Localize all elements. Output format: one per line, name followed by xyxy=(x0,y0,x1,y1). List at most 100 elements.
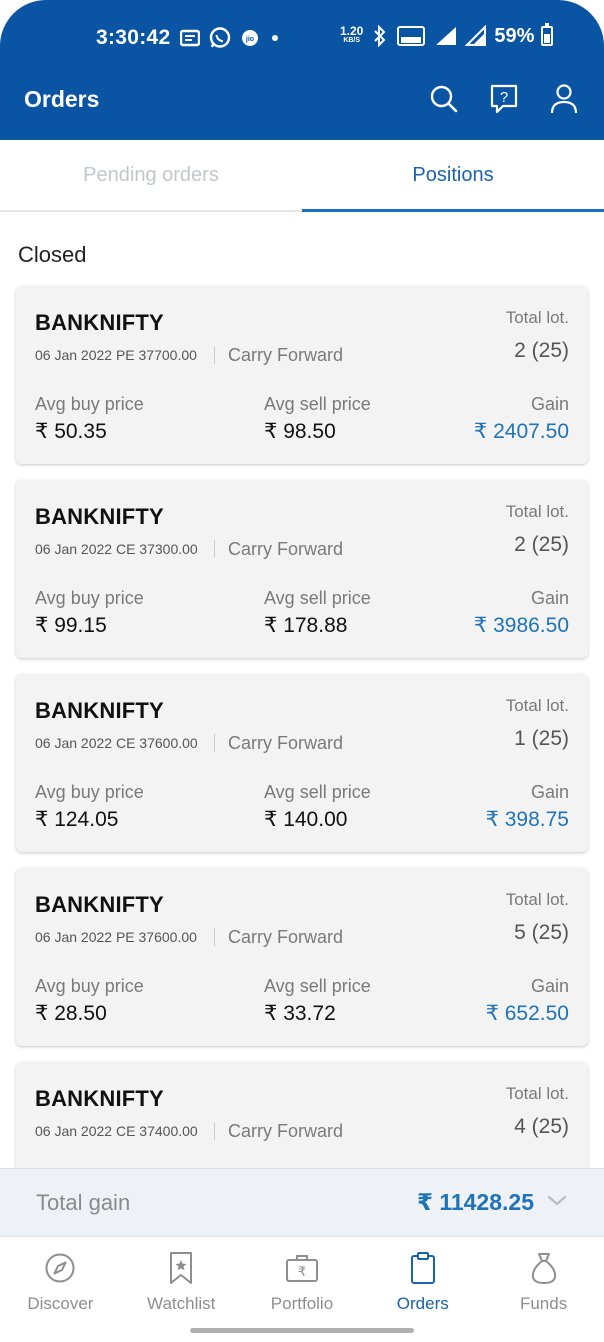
position-symbol: BANKNIFTY xyxy=(35,504,164,529)
gain-value: ₹ 652.50 xyxy=(485,1002,569,1025)
total-gain-value: ₹ 11428.25 xyxy=(416,1189,534,1215)
nav-label: Watchlist xyxy=(147,1294,216,1313)
total-lot-value: 2 (25) xyxy=(514,533,569,556)
avg-buy-value: ₹ 50.35 xyxy=(35,420,107,443)
contract-details: 06 Jan 2022 PE 37700.00 xyxy=(35,347,197,363)
clipboard-icon xyxy=(406,1251,440,1285)
nav-orders[interactable]: Orders xyxy=(362,1237,483,1342)
gain-value: ₹ 2407.50 xyxy=(473,420,569,443)
battery-icon xyxy=(541,23,554,46)
nav-label: Funds xyxy=(519,1294,568,1313)
tab-pending-orders[interactable]: Pending orders xyxy=(0,140,302,210)
home-indicator[interactable] xyxy=(190,1328,414,1333)
contract-details: 06 Jan 2022 CE 37300.00 xyxy=(35,541,198,557)
product-type: Carry Forward xyxy=(228,345,344,365)
svg-text:jio: jio xyxy=(245,36,254,43)
divider xyxy=(214,928,215,946)
contract-details: 06 Jan 2022 CE 37400.00 xyxy=(35,1123,198,1139)
avg-buy-value: ₹ 28.50 xyxy=(35,1002,107,1025)
gain-label: Gain xyxy=(530,976,569,996)
avg-sell-value: ₹ 178.88 xyxy=(264,614,348,637)
position-symbol: BANKNIFTY xyxy=(35,1086,164,1111)
avg-buy-label: Avg buy price xyxy=(35,394,144,414)
nav-watchlist[interactable]: Watchlist xyxy=(121,1237,242,1342)
money-bag-icon xyxy=(527,1251,561,1285)
volte-icon xyxy=(397,26,426,46)
status-time: 3:30:42 xyxy=(96,26,171,49)
contract-details: 06 Jan 2022 PE 37600.00 xyxy=(35,929,197,945)
position-card[interactable]: BANKNIFTY 06 Jan 2022 PE 37700.00 Carry … xyxy=(16,286,588,464)
gain-value: ₹ 3986.50 xyxy=(473,614,569,637)
product-type: Carry Forward xyxy=(228,1121,344,1141)
svg-text:?: ? xyxy=(500,89,508,106)
product-type: Carry Forward xyxy=(228,927,344,947)
battery-percent: 59% xyxy=(494,25,535,47)
bookmark-star-icon xyxy=(164,1251,198,1285)
nav-funds[interactable]: Funds xyxy=(483,1237,604,1342)
briefcase-rupee-icon: ₹ xyxy=(285,1251,319,1285)
contract-details: 06 Jan 2022 CE 37600.00 xyxy=(35,735,198,751)
position-card[interactable]: BANKNIFTY 06 Jan 2022 CE 37300.00 Carry … xyxy=(16,480,588,658)
help-chat-icon[interactable]: ? xyxy=(488,82,520,116)
total-lot-value: 4 (25) xyxy=(514,1115,569,1138)
status-bar: 3:30:42 jio 1.20 KB/S 59% xyxy=(0,0,604,76)
chevron-down-icon[interactable] xyxy=(546,1189,568,1211)
search-icon[interactable] xyxy=(428,82,460,116)
divider xyxy=(214,346,215,364)
nav-discover[interactable]: Discover xyxy=(0,1237,121,1342)
total-lot-label: Total lot. xyxy=(505,890,569,909)
page-title: Orders xyxy=(24,86,100,112)
nav-label: Orders xyxy=(396,1294,449,1313)
dot-icon xyxy=(272,35,278,41)
header-actions: ? xyxy=(428,82,580,116)
divider xyxy=(214,734,215,752)
total-lot-label: Total lot. xyxy=(505,1084,569,1103)
positions-list: BANKNIFTY 06 Jan 2022 PE 37700.00 Carry … xyxy=(16,286,588,1256)
total-lot-value: 5 (25) xyxy=(514,921,569,944)
phone-screen: 3:30:42 jio 1.20 KB/S 59% Orders ? Pendi… xyxy=(0,0,604,1342)
signal-icon xyxy=(465,25,487,46)
avg-buy-label: Avg buy price xyxy=(35,782,144,802)
total-lot-value: 1 (25) xyxy=(514,727,569,750)
profile-icon[interactable] xyxy=(548,82,580,116)
net-speed-unit: KB/S xyxy=(343,37,361,44)
position-symbol: BANKNIFTY xyxy=(35,310,164,335)
gain-label: Gain xyxy=(530,782,569,802)
avg-buy-label: Avg buy price xyxy=(35,588,144,608)
total-lot-label: Total lot. xyxy=(505,308,569,327)
total-gain-label: Total gain xyxy=(36,1190,131,1215)
nav-label: Discover xyxy=(27,1294,94,1313)
total-lot-label: Total lot. xyxy=(505,696,569,715)
bluetooth-icon xyxy=(374,25,386,47)
position-card[interactable]: BANKNIFTY 06 Jan 2022 PE 37600.00 Carry … xyxy=(16,868,588,1046)
app-header: 3:30:42 jio 1.20 KB/S 59% Orders ? xyxy=(0,0,604,140)
total-lot-value: 2 (25) xyxy=(514,339,569,362)
jio-icon: jio xyxy=(242,30,258,46)
product-type: Carry Forward xyxy=(228,733,344,753)
avg-sell-label: Avg sell price xyxy=(264,976,371,996)
avg-sell-value: ₹ 98.50 xyxy=(264,420,336,443)
avg-buy-label: Avg buy price xyxy=(35,976,144,996)
divider xyxy=(214,540,215,558)
tab-positions[interactable]: Positions xyxy=(302,140,604,212)
total-lot-label: Total lot. xyxy=(505,502,569,521)
avg-sell-value: ₹ 140.00 xyxy=(264,808,348,831)
avg-buy-value: ₹ 99.15 xyxy=(35,614,107,637)
divider xyxy=(214,1122,215,1140)
gain-label: Gain xyxy=(530,588,569,608)
avg-sell-label: Avg sell price xyxy=(264,394,371,414)
avg-sell-label: Avg sell price xyxy=(264,782,371,802)
system-icons: 1.20 KB/S 59% xyxy=(340,23,554,48)
notification-icons: jio xyxy=(180,26,282,50)
total-gain-bar[interactable]: Total gain ₹ 11428.25 xyxy=(0,1168,604,1236)
nav-label: Portfolio xyxy=(270,1294,334,1313)
position-card[interactable]: BANKNIFTY 06 Jan 2022 CE 37600.00 Carry … xyxy=(16,674,588,852)
bottom-nav: Discover Watchlist ₹ Portfolio Orders Fu… xyxy=(0,1236,604,1342)
net-speed-value: 1.20 xyxy=(340,24,364,38)
product-type: Carry Forward xyxy=(228,539,344,559)
avg-buy-value: ₹ 124.05 xyxy=(35,808,119,831)
svg-text:₹: ₹ xyxy=(298,1265,306,1280)
whatsapp-icon xyxy=(209,27,231,48)
nav-portfolio[interactable]: ₹ Portfolio xyxy=(242,1237,363,1342)
avg-sell-label: Avg sell price xyxy=(264,588,371,608)
